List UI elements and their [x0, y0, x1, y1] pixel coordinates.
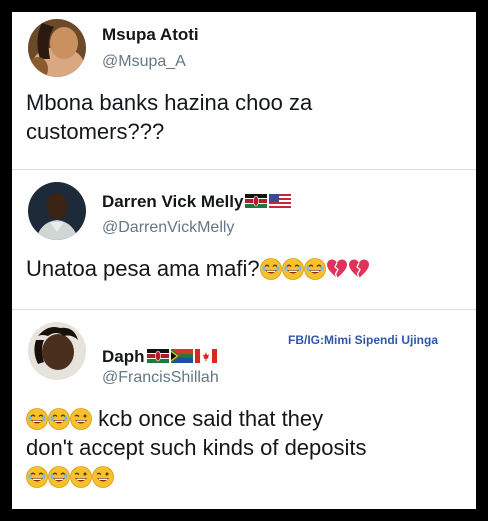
laughing-emoji-icon: [26, 466, 48, 488]
avatar[interactable]: [28, 19, 86, 77]
user-handle[interactable]: @Msupa_A: [102, 53, 186, 71]
tweet-text: kcb once said that they don't accept suc…: [26, 404, 466, 491]
tweet-emoji-line: [26, 462, 466, 491]
winking-laughing-emoji-icon: [92, 466, 114, 488]
display-name[interactable]: Darren Vick Melly: [102, 192, 243, 211]
tweet-text-line: kcb once said that they: [26, 404, 466, 433]
user-handle[interactable]: @DarrenVickMelly: [102, 219, 234, 237]
laughing-emoji-icon: [48, 408, 70, 430]
avatar[interactable]: [28, 182, 86, 240]
tweet-collage: Msupa Atoti @Msupa_A Mbona banks hazina …: [12, 12, 476, 509]
winking-laughing-emoji-icon: [70, 408, 92, 430]
tweet-text-line: Mbona banks hazina choo za: [26, 90, 313, 115]
avatar[interactable]: [28, 322, 86, 380]
display-name-row: Darren Vick Melly: [102, 192, 292, 212]
laughing-emoji-icon: [26, 408, 48, 430]
laughing-emoji-icon: [259, 258, 282, 280]
laughing-emoji-icon: [48, 466, 70, 488]
tweet-text: Unatoa pesa ama mafi?: [26, 254, 466, 283]
usa-flag-icon: [269, 194, 292, 208]
broken-heart-emoji-icon: [325, 258, 348, 279]
display-name[interactable]: Msupa Atoti: [102, 25, 199, 45]
divider: [12, 169, 476, 170]
watermark-text: FB/IG:Mimi Sipendi Ujinga: [288, 333, 438, 347]
tweet-text: Mbona banks hazina choo za customers???: [26, 88, 466, 146]
tweet-text-line: Unatoa pesa ama mafi?: [26, 256, 260, 281]
kenya-flag-icon: [146, 349, 169, 363]
winking-laughing-emoji-icon: [70, 466, 92, 488]
display-name-row: Daph: [102, 347, 217, 367]
tweet-text-span: kcb once said that they: [98, 406, 324, 431]
tweet-text-line: customers???: [26, 119, 165, 144]
user-handle[interactable]: @FrancisShillah: [102, 369, 219, 387]
broken-heart-emoji-icon: [347, 258, 370, 279]
tweet-text-line: don't accept such kinds of deposits: [26, 435, 367, 460]
display-name[interactable]: Daph: [102, 347, 145, 366]
laughing-emoji-icon: [303, 258, 326, 280]
canada-flag-icon: [194, 349, 217, 363]
divider: [12, 309, 476, 310]
south-africa-flag-icon: [170, 349, 193, 363]
kenya-flag-icon: [245, 194, 268, 208]
laughing-emoji-icon: [281, 258, 304, 280]
